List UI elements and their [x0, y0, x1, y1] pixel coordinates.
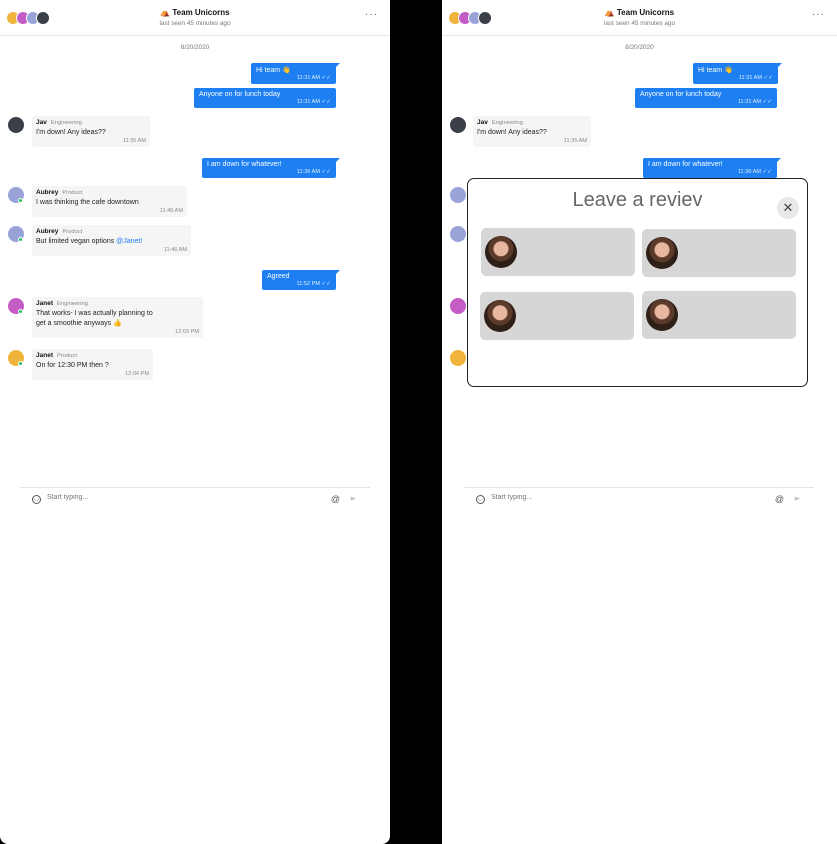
avatar[interactable] [450, 187, 466, 203]
message-input[interactable] [47, 494, 307, 501]
sender-name: Jav [477, 119, 488, 126]
sender-name: Janet [36, 300, 53, 307]
sender-name: Jav [36, 119, 47, 126]
avatar[interactable] [450, 298, 466, 314]
online-indicator [18, 309, 23, 314]
message-composer: ◡ @ ➢ [464, 487, 814, 512]
online-indicator [18, 198, 23, 203]
avatar[interactable] [450, 117, 466, 133]
online-indicator [18, 237, 23, 242]
outgoing-message[interactable]: Hi team 👋 11:31 AM ✓✓ [251, 63, 340, 84]
date-separator: 8/20/2020 [180, 44, 210, 51]
smile-icon[interactable]: ◡ [476, 495, 485, 504]
close-icon[interactable]: ✕ [777, 197, 799, 219]
message-text: Hi team 👋 [698, 67, 733, 74]
at-icon[interactable]: @ [775, 494, 784, 504]
avatar[interactable] [450, 350, 466, 366]
chat-panel: ⛺ Team Unicorns last seen 45 minutes ago … [0, 0, 390, 844]
review-card[interactable] [480, 292, 634, 340]
outgoing-message[interactable]: Anyone on for lunch today 11:31 AM ✓✓ [635, 88, 777, 108]
reviewer-photo [646, 299, 678, 331]
chat-title: ⛺ Team Unicorns [160, 8, 230, 17]
message-time: 11:35 AM [563, 138, 587, 144]
reviewer-photo [646, 237, 678, 269]
incoming-message[interactable]: Jav Engineering I'm down! Any ideas?? 11:… [32, 116, 150, 147]
message-time: 12:04 PM [125, 371, 149, 377]
sender-team: Product [62, 190, 83, 196]
chat-panel-with-modal: ⛺ Team Unicorns last seen 45 minutes ago … [442, 0, 837, 844]
sender-team: Product [56, 353, 77, 359]
outgoing-message[interactable]: Hi team 👋 11:31 AM ✓✓ [693, 63, 782, 84]
incoming-message[interactable]: Jav Engineering I'm down! Any ideas?? 11:… [473, 116, 591, 147]
review-card[interactable] [642, 291, 796, 339]
more-options-icon[interactable]: ··· [812, 9, 825, 20]
review-card[interactable] [642, 229, 796, 277]
review-card[interactable] [481, 228, 635, 276]
message-text: get a smoothie anyways 👍 [36, 320, 122, 327]
incoming-message[interactable]: Aubrey Product I was thinking the cafe do… [32, 186, 187, 217]
send-icon[interactable]: ➢ [349, 494, 356, 503]
message-text: Hi team 👋 [256, 67, 291, 74]
message-input[interactable] [491, 494, 751, 501]
message-composer: ◡ @ ➢ [20, 487, 370, 512]
incoming-message[interactable]: Janet Product On for 12:30 PM then ? 12:0… [32, 349, 153, 380]
message-text: On for 12:30 PM then ? [36, 362, 109, 369]
message-time: 11:31 AM ✓✓ [296, 99, 331, 105]
date-separator: 8/20/2020 [625, 44, 654, 51]
chat-title: ⛺ Team Unicorns [604, 8, 675, 17]
last-seen: last seen 45 minutes ago [603, 20, 676, 27]
incoming-message[interactable]: Aubrey Product But limited vegan options … [32, 225, 191, 256]
message-time: 11:36 AM ✓✓ [296, 169, 331, 175]
mention-link[interactable]: @Janet! [116, 238, 142, 245]
sender-name: Janet [36, 352, 53, 359]
send-icon[interactable]: ➢ [793, 494, 800, 503]
sender-name: Aubrey [36, 228, 59, 235]
message-text: That works- I was actually planning to [36, 310, 153, 317]
tent-icon: ⛺ [160, 8, 171, 17]
message-text: But limited vegan options @Janet! [36, 238, 143, 245]
message-text: Anyone on for lunch today [640, 91, 722, 98]
more-options-icon[interactable]: ··· [365, 9, 378, 20]
message-time: 11:36 AM ✓✓ [737, 169, 772, 175]
last-seen: last seen 45 minutes ago [159, 20, 231, 27]
message-time: 11:31 AM ✓✓ [738, 75, 773, 81]
chat-header: ⛺ Team Unicorns last seen 45 minutes ago … [0, 0, 390, 36]
incoming-message[interactable]: Janet Engineering That works- I was actua… [32, 297, 203, 338]
sender-team: Engineering [50, 120, 82, 126]
message-text: I am down for whatever! [207, 161, 282, 168]
avatar[interactable] [450, 226, 466, 242]
message-time: 11:31 AM ✓✓ [296, 75, 331, 81]
message-time: 12:03 PM [175, 329, 199, 335]
message-time: 11:45 AM [159, 208, 183, 214]
outgoing-message[interactable]: I am down for whatever! 11:36 AM ✓✓ [202, 158, 340, 178]
outgoing-message[interactable]: I am down for whatever! 11:36 AM ✓✓ [643, 158, 781, 178]
message-text: Agreed [267, 273, 290, 280]
message-time: 11:35 AM [122, 138, 146, 144]
smile-icon[interactable]: ◡ [32, 495, 41, 504]
message-text: I'm down! Any ideas?? [477, 129, 547, 136]
message-time: 11:46 AM [163, 247, 187, 253]
sender-team: Engineering [491, 120, 523, 126]
sender-name: Aubrey [36, 189, 59, 196]
chat-header: ⛺ Team Unicorns last seen 45 minutes ago … [442, 0, 837, 36]
message-text: I'm down! Any ideas?? [36, 129, 106, 136]
reviewer-photo [484, 300, 516, 332]
message-text: I am down for whatever! [648, 161, 723, 168]
sender-team: Product [62, 229, 83, 235]
message-time: 11:31 AM ✓✓ [737, 99, 772, 105]
reviewer-photo [485, 236, 517, 268]
outgoing-message[interactable]: Agreed 11:52 PM ✓✓ [262, 270, 340, 290]
avatar[interactable] [8, 117, 24, 133]
at-icon[interactable]: @ [331, 494, 340, 504]
review-modal: Leave a reviev ✕ [467, 178, 808, 387]
message-text: Anyone on for lunch today [199, 91, 281, 98]
tent-icon: ⛺ [604, 8, 615, 17]
online-indicator [18, 361, 23, 366]
sender-team: Engineering [56, 301, 88, 307]
message-time: 11:52 PM ✓✓ [296, 281, 331, 287]
message-text: I was thinking the cafe downtown [36, 199, 139, 206]
outgoing-message[interactable]: Anyone on for lunch today 11:31 AM ✓✓ [194, 88, 336, 108]
modal-title: Leave a reviev [572, 189, 703, 211]
